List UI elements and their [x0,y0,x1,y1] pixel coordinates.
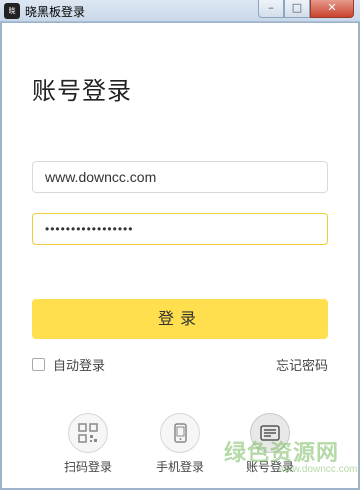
app-logo-icon: 晓 [4,3,20,19]
login-button[interactable]: 登录 [32,299,328,339]
qr-login-label: 扫码登录 [63,460,112,474]
forgot-password-link[interactable]: 忘记密码 [276,355,328,374]
auto-login-option[interactable]: 自动登录 [32,355,105,374]
username-field[interactable]: www.downcc.com [32,161,328,193]
qr-login-option[interactable]: 扫码登录 [56,413,120,475]
phone-login-option[interactable]: 手机登录 [148,413,212,475]
title-bar[interactable]: 晓 晓黑板登录 – □ ✕ [0,0,360,22]
minimize-button[interactable]: – [258,0,284,18]
phone-icon[interactable] [160,413,200,453]
close-button[interactable]: ✕ [310,0,354,18]
password-field[interactable]: ••••••••••••••••• [32,213,328,245]
qr-code-icon[interactable] [68,413,108,453]
watermark-url: www.downcc.com [278,464,358,475]
window-title: 晓黑板登录 [25,5,86,19]
auto-login-label[interactable]: 自动登录 [53,355,105,374]
window-controls: – □ ✕ [258,0,354,18]
login-panel: 账号登录 www.downcc.com ••••••••••••••••• 登录… [2,23,358,488]
maximize-button[interactable]: □ [284,0,310,18]
watermark: 绿色资源网 [224,441,340,466]
phone-login-label: 手机登录 [155,460,204,474]
page-title: 账号登录 [32,77,132,105]
auto-login-checkbox[interactable] [32,357,45,371]
